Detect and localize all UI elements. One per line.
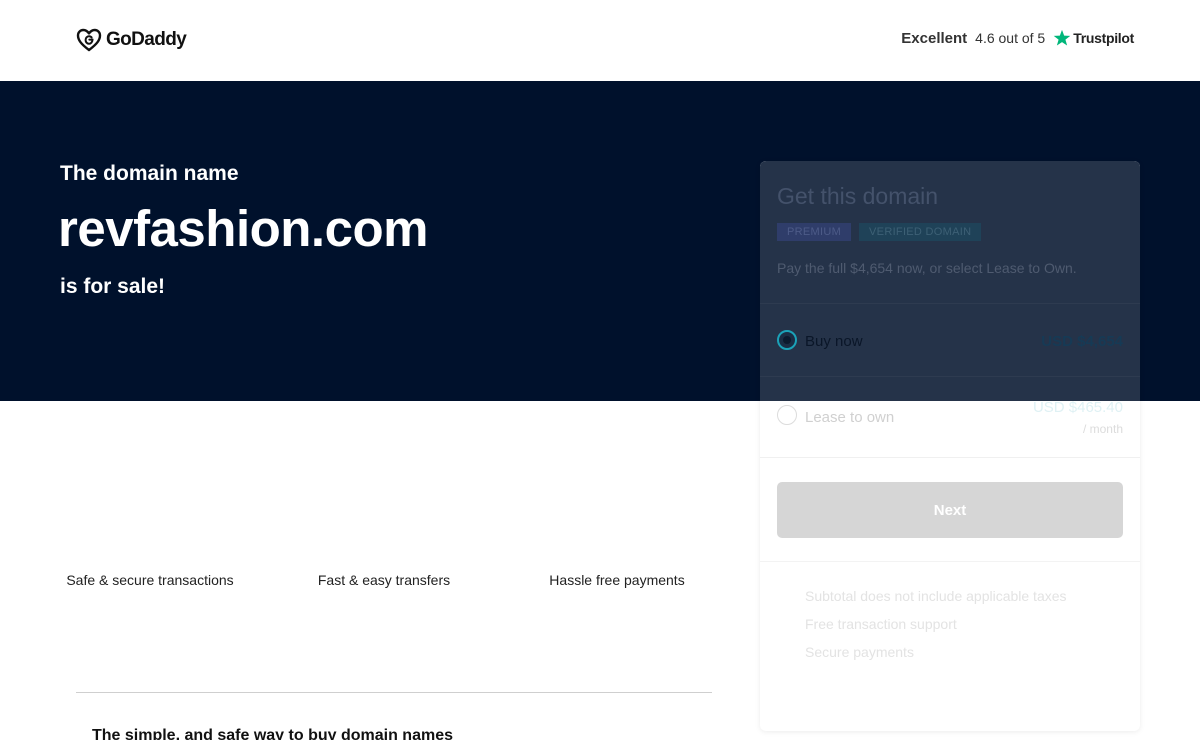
rating-word: Excellent bbox=[901, 29, 968, 47]
badge-row: PREMIUM VERIFIED DOMAIN bbox=[777, 223, 982, 241]
brand-name: GoDaddy bbox=[106, 29, 187, 50]
radio-dot bbox=[783, 336, 791, 344]
card-title: Get this domain bbox=[777, 183, 939, 209]
lease-to-own-price: USD $465.40 bbox=[1032, 399, 1123, 416]
option-buy-now[interactable]: Buy now USD $4,654 bbox=[760, 304, 1140, 376]
trustpilot-star-icon bbox=[1053, 29, 1071, 46]
next-button[interactable]: Next bbox=[777, 482, 1123, 538]
card-separator bbox=[760, 457, 1140, 458]
trustpilot-brand: Trustpilot bbox=[1073, 30, 1134, 46]
verified-domain-badge: VERIFIED DOMAIN bbox=[859, 223, 982, 241]
trustpilot-rating[interactable]: Excellent 4.6 out of 5 Trustpilot bbox=[901, 29, 1134, 47]
buy-now-price: USD $4,654 bbox=[1041, 333, 1123, 350]
hero-outro: is for sale! bbox=[60, 275, 166, 298]
section-divider bbox=[76, 692, 712, 693]
perk-secure-payments: Secure payments bbox=[805, 644, 914, 660]
feature-safe-secure: Safe & secure transactions bbox=[66, 572, 234, 588]
option-lease-to-own[interactable]: Lease to own USD $465.40 / month bbox=[760, 377, 1140, 457]
godaddy-heart-icon bbox=[76, 28, 102, 52]
lease-to-own-label: Lease to own bbox=[805, 409, 895, 426]
feature-hassle-free-payments: Hassle free payments bbox=[549, 572, 685, 588]
rating-score: 4.6 out of 5 bbox=[975, 30, 1046, 46]
perk-taxes-note: Subtotal does not include applicable tax… bbox=[805, 588, 1067, 604]
card-description: Pay the full $4,654 now, or select Lease… bbox=[777, 260, 1077, 276]
perk-transaction-support: Free transaction support bbox=[805, 616, 957, 632]
lease-to-own-radio[interactable] bbox=[777, 405, 797, 425]
lease-to-own-period: / month bbox=[1082, 422, 1123, 436]
section-tagline: The simple, and safe way to buy domain n… bbox=[92, 727, 453, 740]
hero-intro: The domain name bbox=[60, 162, 239, 185]
buy-now-label: Buy now bbox=[805, 333, 863, 350]
domain-name-heading: revfashion.com bbox=[58, 200, 428, 257]
premium-badge: PREMIUM bbox=[777, 223, 852, 241]
card-separator bbox=[760, 561, 1140, 562]
feature-fast-transfers: Fast & easy transfers bbox=[317, 572, 451, 588]
top-bar: GoDaddy Excellent 4.6 out of 5 Trustpilo… bbox=[0, 0, 1200, 81]
godaddy-logo[interactable]: GoDaddy bbox=[76, 28, 187, 52]
get-domain-card: Get this domain PREMIUM VERIFIED DOMAIN … bbox=[760, 161, 1140, 731]
buy-now-radio[interactable] bbox=[777, 330, 797, 350]
